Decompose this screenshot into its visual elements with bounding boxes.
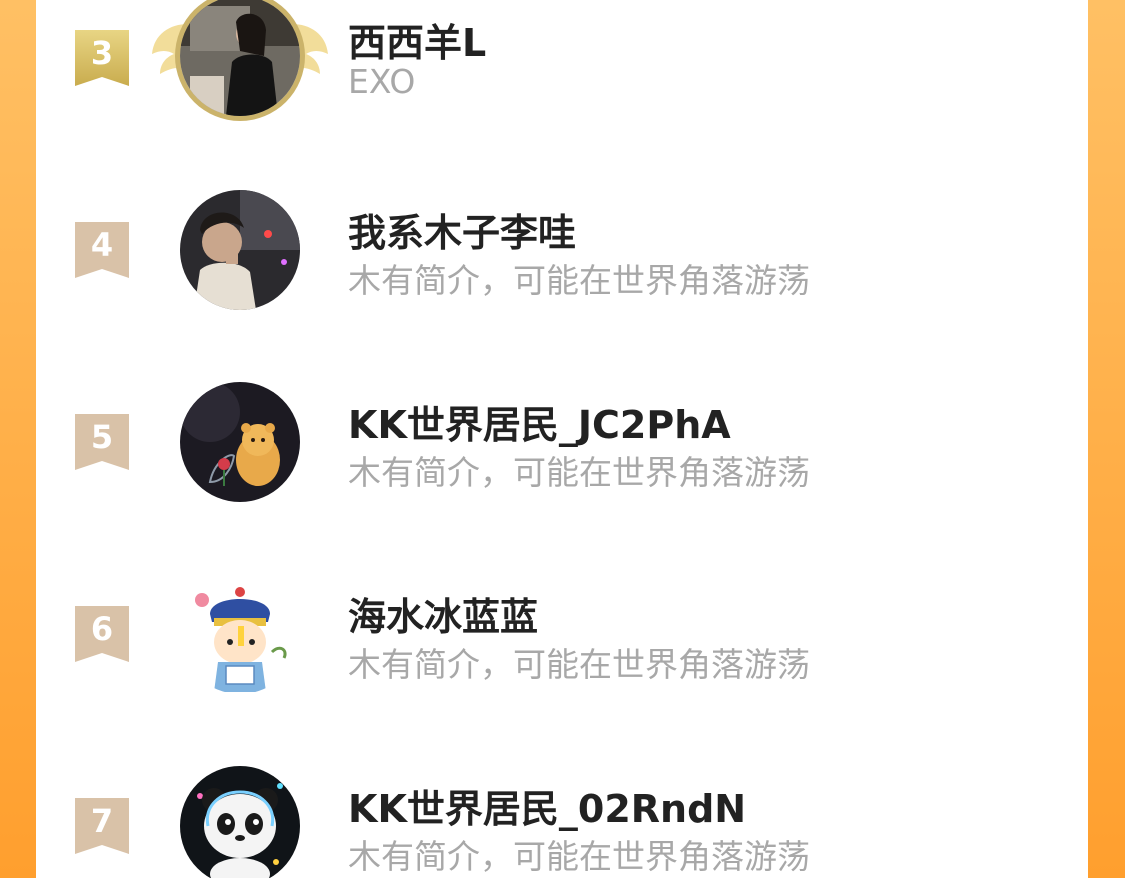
user-bio: 木有简介，可能在世界角落游荡 [348,261,810,300]
man-in-car-avatar-icon [180,190,300,310]
user-name[interactable]: KK世界居民_02RndN [348,778,746,833]
avatar-wrap[interactable] [180,190,300,310]
ranking-row[interactable]: 7 KK世界居民_02RndN 木有简介，可能在世界角落游荡 [36,766,1088,878]
avatar [180,0,300,116]
user-name[interactable]: 海水冰蓝蓝 [348,586,538,641]
rank-badge: 6 [75,606,129,662]
panda-mascot-avatar-icon [180,766,300,878]
avatar [180,574,300,694]
user-bio: 木有简介，可能在世界角落游荡 [348,645,810,684]
user-bio: 木有简介，可能在世界角落游荡 [348,453,810,492]
user-bio: 木有简介，可能在世界角落游荡 [348,837,810,876]
woman-in-car-avatar-icon [180,0,300,116]
rank-badge: 7 [75,798,129,854]
avatar [180,766,300,878]
ranking-row[interactable]: 6 海水冰蓝蓝 木有简介，可能在世界角落游荡 [36,574,1088,704]
avatar-with-frame[interactable] [152,0,328,116]
user-bio: EXO [348,62,416,101]
user-name[interactable]: 西西羊L [348,12,486,67]
rank-badge: 4 [75,222,129,278]
rank-badge: 5 [75,414,129,470]
rank-badge: 3 [75,30,129,86]
ranking-row[interactable]: 5 KK世界居民_JC2PhA 木有简介，可能在世界角落游荡 [36,382,1088,512]
avatar [180,382,300,502]
ranking-card: 3 西西羊L EXO 4 我系木子李哇 木有简介，可能在世界角落游荡 5 KK世… [36,0,1088,878]
ranking-row[interactable]: 4 我系木子李哇 木有简介，可能在世界角落游荡 [36,190,1088,320]
user-name[interactable]: 我系木子李哇 [348,202,576,257]
avatar [180,190,300,310]
cartoon-qing-official-avatar-icon [180,574,300,694]
avatar-wrap[interactable] [180,766,300,878]
bear-and-rose-avatar-icon [180,382,300,502]
avatar-wrap[interactable] [180,574,300,694]
user-name[interactable]: KK世界居民_JC2PhA [348,394,731,449]
avatar-wrap[interactable] [180,382,300,502]
ranking-row[interactable]: 3 西西羊L EXO [36,0,1088,130]
